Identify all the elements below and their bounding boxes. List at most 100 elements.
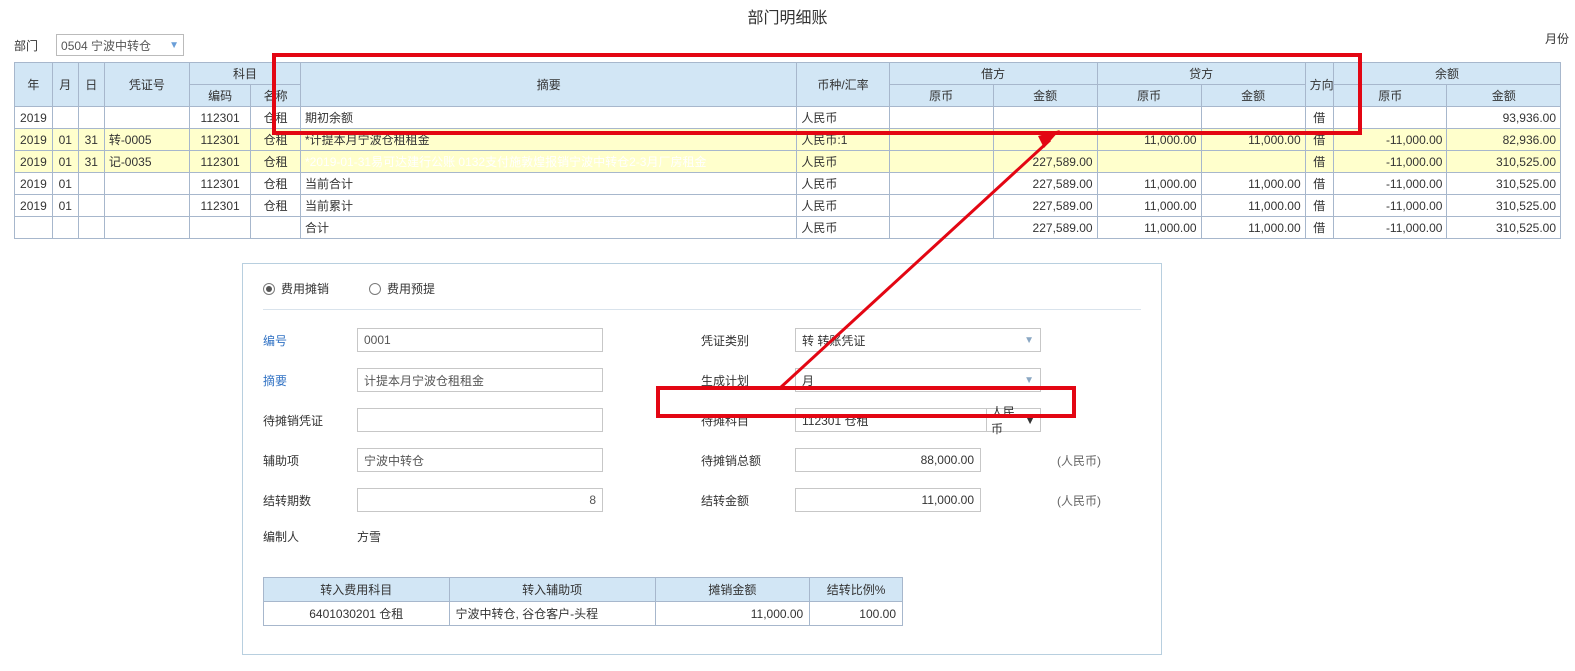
table-row[interactable]: 6401030201 仓租 宁波中转仓, 谷仓客户-头程 11,000.00 1… — [264, 602, 903, 626]
lbl-pending-voucher: 待摊销凭证 — [263, 412, 341, 429]
cell: 2019 — [15, 151, 53, 173]
table-row[interactable]: 201901112301仓租当前累计人民币227,589.0011,000.00… — [15, 195, 1561, 217]
lbl-maker: 编制人 — [263, 528, 341, 545]
select-plan-value: 月 — [802, 372, 814, 389]
cell: 11,000.00 — [1201, 195, 1305, 217]
filter-bar: 部门 0504 宁波中转仓 ▼ — [0, 32, 1575, 62]
th-subject-code[interactable]: 编码 — [189, 85, 250, 107]
th-sub-assist[interactable]: 转入辅助项 — [449, 578, 655, 602]
select-pending-subj-currency[interactable]: 人民币 ▼ — [987, 408, 1041, 432]
cell: 11,000.00 — [1097, 217, 1201, 239]
ledger-table: 年 月 日 凭证号 科目 摘要 币种/汇率 借方 贷方 方向 余额 编码 名称 … — [14, 62, 1561, 239]
lbl-total: 待摊销总额 — [701, 452, 779, 469]
lbl-summary[interactable]: 摘要 — [263, 372, 341, 389]
th-day[interactable]: 日 — [78, 63, 104, 107]
select-plan[interactable]: 月 ▼ — [795, 368, 1041, 392]
cell: 2019 — [15, 107, 53, 129]
input-summary[interactable]: 计提本月宁波仓租租金 — [357, 368, 603, 392]
cell — [889, 173, 993, 195]
th-sub-subj[interactable]: 转入费用科目 — [264, 578, 450, 602]
cell — [1333, 107, 1446, 129]
cell: 借 — [1305, 195, 1333, 217]
input-total[interactable]: 88,000.00 — [795, 448, 981, 472]
th-year[interactable]: 年 — [15, 63, 53, 107]
radio-amortize[interactable]: 费用摊销 — [263, 280, 329, 297]
th-summary[interactable]: 摘要 — [301, 63, 797, 107]
th-sub-ratio[interactable]: 结转比例% — [810, 578, 903, 602]
cell: 310,525.00 — [1447, 173, 1561, 195]
th-bal-amt[interactable]: 金额 — [1447, 85, 1561, 107]
cell — [251, 217, 301, 239]
th-credit-amt[interactable]: 金额 — [1201, 85, 1305, 107]
cell: 11,000.00 — [1097, 129, 1201, 151]
th-debit-amt[interactable]: 金额 — [993, 85, 1097, 107]
value-maker: 方雪 — [357, 528, 603, 545]
th-debit[interactable]: 借方 — [889, 63, 1097, 85]
radio-accrue-label: 费用预提 — [387, 280, 435, 297]
input-assist[interactable]: 宁波中转仓 — [357, 448, 603, 472]
th-currency[interactable]: 币种/汇率 — [797, 63, 889, 107]
cell: 227,589.00 — [993, 173, 1097, 195]
table-row[interactable]: 20190131转-0005112301仓租*计提本月宁波仓租租金人民币:111… — [15, 129, 1561, 151]
cell: 人民币 — [797, 217, 889, 239]
table-row[interactable]: 合计人民币227,589.0011,000.0011,000.00借-11,00… — [15, 217, 1561, 239]
cell: 借 — [1305, 129, 1333, 151]
select-vtype[interactable]: 转 转账凭证 ▼ — [795, 328, 1041, 352]
cell: *2019-01-31易可达建行公账 0132支付施敦煌报销宁波中转仓2-3月厂… — [301, 151, 797, 173]
cell: 93,936.00 — [1447, 107, 1561, 129]
th-balance[interactable]: 余额 — [1333, 63, 1560, 85]
cell: 当前累计 — [301, 195, 797, 217]
input-amount[interactable]: 11,000.00 — [795, 488, 981, 512]
cell: 227,589.00 — [993, 151, 1097, 173]
cell — [1097, 151, 1201, 173]
th-bal-orig[interactable]: 原币 — [1333, 85, 1446, 107]
th-credit[interactable]: 贷方 — [1097, 63, 1305, 85]
th-voucher[interactable]: 凭证号 — [104, 63, 189, 107]
cell: 112301 — [189, 173, 250, 195]
cell — [104, 217, 189, 239]
th-credit-orig[interactable]: 原币 — [1097, 85, 1201, 107]
cell-sub-amt: 11,000.00 — [655, 602, 810, 626]
cell: -11,000.00 — [1333, 173, 1446, 195]
mode-radio-group: 费用摊销 费用预提 — [263, 276, 1141, 310]
th-month[interactable]: 月 — [52, 63, 78, 107]
cell: 人民币:1 — [797, 129, 889, 151]
th-debit-orig[interactable]: 原币 — [889, 85, 993, 107]
input-no[interactable]: 0001 — [357, 328, 603, 352]
cell — [889, 129, 993, 151]
input-pending-voucher[interactable] — [357, 408, 603, 432]
cell: 仓租 — [251, 151, 301, 173]
lbl-no[interactable]: 编号 — [263, 332, 341, 349]
cell — [889, 151, 993, 173]
th-subject-name[interactable]: 名称 — [251, 85, 301, 107]
th-dir[interactable]: 方向 — [1305, 63, 1333, 107]
cell: 仓租 — [251, 129, 301, 151]
th-sub-amt[interactable]: 摊销金额 — [655, 578, 810, 602]
cell — [104, 107, 189, 129]
cell: 11,000.00 — [1097, 173, 1201, 195]
table-row[interactable]: 2019112301仓租期初余额人民币借93,936.00 — [15, 107, 1561, 129]
cell: 310,525.00 — [1447, 217, 1561, 239]
cell — [1201, 151, 1305, 173]
lbl-vtype: 凭证类别 — [701, 332, 779, 349]
dept-select[interactable]: 0504 宁波中转仓 ▼ — [56, 34, 184, 56]
radio-amortize-label: 费用摊销 — [281, 280, 329, 297]
table-row[interactable]: 201901112301仓租当前合计人民币227,589.0011,000.00… — [15, 173, 1561, 195]
cell: 82,936.00 — [1447, 129, 1561, 151]
input-period[interactable]: 8 — [357, 488, 603, 512]
page-title: 部门明细账 — [0, 0, 1575, 32]
cell: 当前合计 — [301, 173, 797, 195]
cell-sub-ratio: 100.00 — [810, 602, 903, 626]
cell: 2019 — [15, 195, 53, 217]
cell: 11,000.00 — [1201, 173, 1305, 195]
cell: 31 — [78, 129, 104, 151]
lbl-amount: 结转金额 — [701, 492, 779, 509]
cell — [993, 107, 1097, 129]
radio-accrue[interactable]: 费用预提 — [369, 280, 435, 297]
input-pending-subj[interactable]: 112301 仓租 — [795, 408, 987, 432]
cell: 借 — [1305, 217, 1333, 239]
table-row[interactable]: 20190131记-0035112301仓租*2019-01-31易可达建行公账… — [15, 151, 1561, 173]
th-subject[interactable]: 科目 — [189, 63, 300, 85]
cell — [104, 173, 189, 195]
chevron-down-icon: ▼ — [1024, 413, 1036, 427]
